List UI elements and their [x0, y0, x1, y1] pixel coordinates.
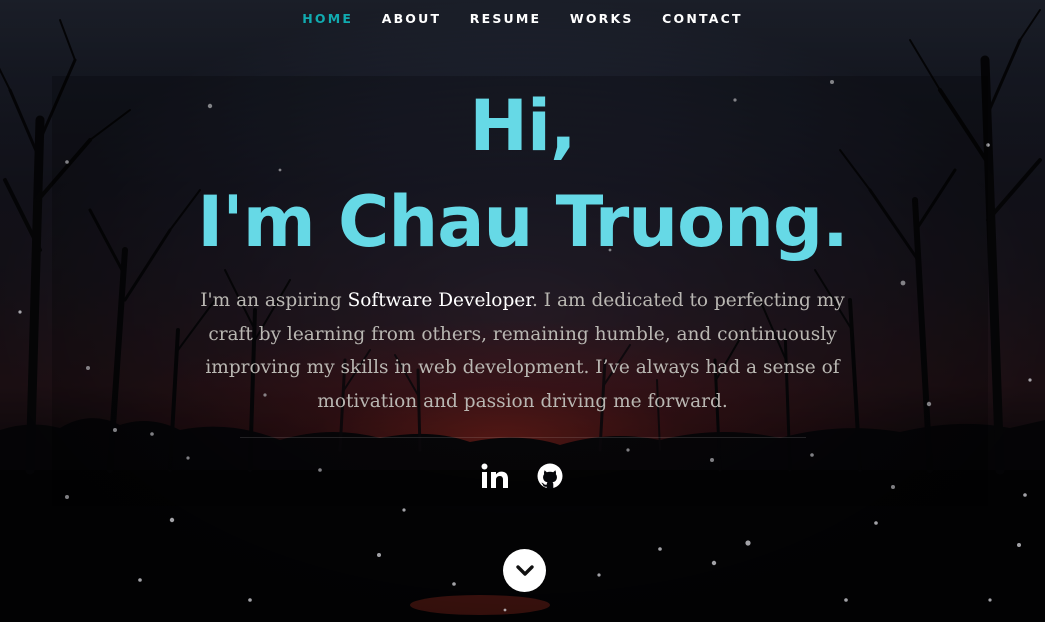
bio-text-start: I'm an aspiring: [200, 290, 348, 311]
nav-home[interactable]: HOME: [302, 11, 353, 26]
hero-content: Hi, I'm Chau Truong. I'm an aspiring Sof…: [0, 78, 1045, 496]
chevron-down-icon: [515, 564, 534, 576]
headline-greeting: Hi,: [469, 85, 576, 167]
hero-bio: I'm an aspiring Software Developer. I am…: [198, 284, 848, 418]
social-links: [0, 462, 1045, 496]
nav-contact[interactable]: CONTACT: [662, 11, 743, 26]
nav-resume[interactable]: RESUME: [470, 11, 542, 26]
github-link[interactable]: [536, 462, 564, 494]
hero-divider: [239, 437, 806, 438]
top-nav: HOME ABOUT RESUME WORKS CONTACT: [0, 11, 1045, 26]
bio-highlight: Software Developer: [347, 290, 533, 311]
github-icon: [537, 463, 563, 489]
hero-section: HOME ABOUT RESUME WORKS CONTACT Hi, I'm …: [0, 0, 1045, 622]
linkedin-link[interactable]: [481, 463, 509, 493]
linkedin-icon: [481, 463, 508, 488]
scroll-down-button[interactable]: [503, 549, 546, 592]
headline-name: I'm Chau Truong.: [197, 181, 848, 263]
hero-headline: Hi, I'm Chau Truong.: [0, 78, 1045, 270]
nav-about[interactable]: ABOUT: [382, 11, 442, 26]
nav-works[interactable]: WORKS: [570, 11, 634, 26]
